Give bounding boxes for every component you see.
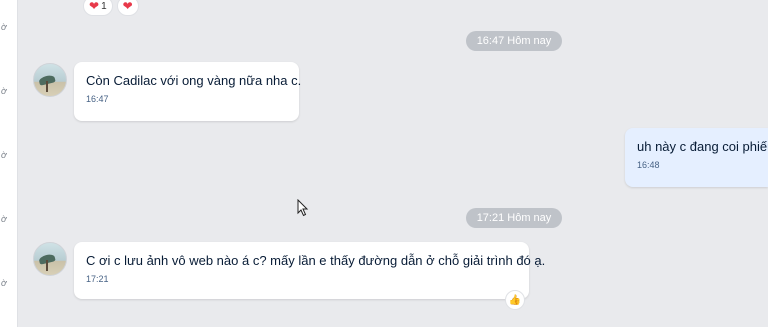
reaction-chip[interactable]: ❤ [116,0,139,16]
like-icon[interactable]: 👍 [505,290,525,310]
avatar[interactable] [33,242,67,276]
reaction-chip[interactable]: ❤ 1 [83,0,113,16]
message-time: 17:21 [86,274,109,284]
message-time: 16:48 [637,160,660,170]
list-snippet-marker: ờ [1,214,7,224]
message-bubble-incoming[interactable]: C ơi c lưu ảnh vô web nào á c? mấy lần e… [74,242,546,299]
message-list[interactable]: ❤ 1 ❤ 16:47 Hôm nay Còn Cadilac với ong … [18,0,768,327]
list-snippet-marker: ờ [1,278,7,288]
time-separator-label: 16:47 Hôm nay [476,35,552,47]
time-separator: 16:47 Hôm nay [466,31,562,51]
message-text: Còn Cadilac với ong vàng nữa nha c. [86,73,302,88]
time-separator-label: 17:21 Hôm nay [476,212,552,224]
list-snippet-marker: ờ [1,150,7,160]
heart-icon: ❤ [122,0,133,13]
message-bubble-outgoing[interactable]: uh này c đang coi phiếu 16:48 [625,128,768,187]
conversation-list-edge: ờ ờ ờ ờ ờ [0,0,18,327]
mouse-pointer-icon [297,199,309,217]
reaction-count: 1 [101,0,107,12]
reaction-bar: ❤ 1 ❤ [83,0,139,16]
message-bubble-incoming[interactable]: Còn Cadilac với ong vàng nữa nha c. 16:4… [74,62,302,121]
list-snippet-marker: ờ [1,86,7,96]
message-text: C ơi c lưu ảnh vô web nào á c? mấy lần e… [86,253,546,268]
message-text: uh này c đang coi phiếu [637,139,768,154]
time-separator: 17:21 Hôm nay [466,208,562,228]
avatar[interactable] [33,63,67,97]
heart-icon: ❤ [89,0,100,13]
list-snippet-marker: ờ [1,22,7,32]
message-time: 16:47 [86,94,109,104]
